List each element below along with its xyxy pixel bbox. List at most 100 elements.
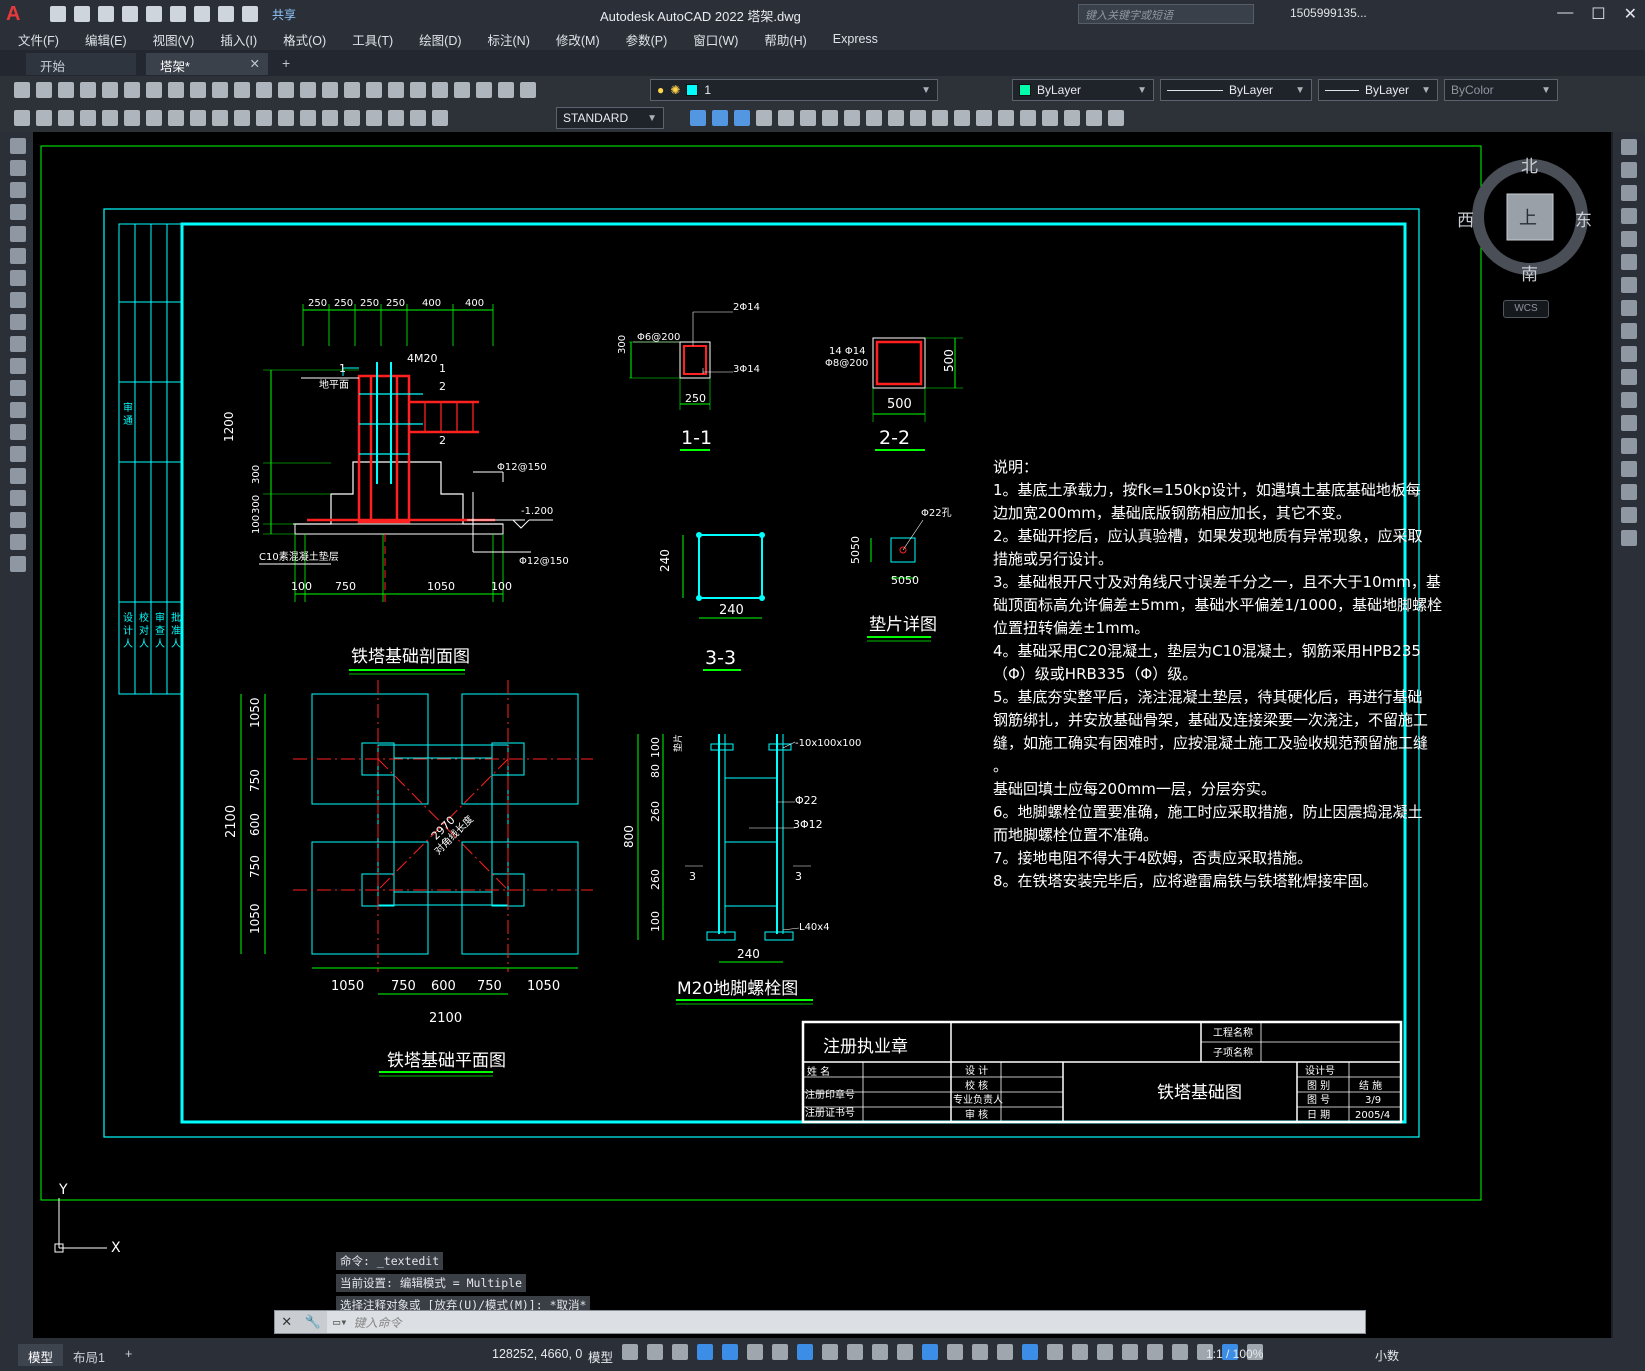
array-icon[interactable]	[1621, 231, 1637, 247]
circle-icon[interactable]	[10, 270, 26, 286]
linetype-dropdown[interactable]: ByLayer ▼	[1160, 79, 1312, 101]
menu-item[interactable]: 窗口(W)	[693, 30, 738, 49]
command-line[interactable]: ✕ 🔧 ▭▾ 键入命令	[274, 1310, 1366, 1334]
redo-icon[interactable]	[256, 82, 272, 98]
polygon-icon[interactable]	[10, 204, 26, 220]
mirror-icon[interactable]	[800, 110, 816, 126]
lock-ui-icon[interactable]	[1147, 1344, 1163, 1360]
quick-properties-icon[interactable]	[1122, 1344, 1138, 1360]
fillet-icon[interactable]	[1621, 484, 1637, 500]
minimize-icon[interactable]: —	[1557, 4, 1573, 24]
calc-icon[interactable]	[476, 82, 492, 98]
erase-icon[interactable]	[1086, 110, 1102, 126]
lineweight-icon[interactable]	[822, 1344, 838, 1360]
open-web-icon[interactable]	[146, 6, 162, 22]
gradient-icon[interactable]	[10, 468, 26, 484]
properties-icon[interactable]	[366, 82, 382, 98]
plot-icon[interactable]	[194, 6, 210, 22]
undo-icon[interactable]	[234, 82, 250, 98]
command-prompt[interactable]: ▭▾ 键入命令	[327, 1314, 401, 1331]
auto-scale-icon[interactable]	[1022, 1344, 1038, 1360]
revision-cloud-icon[interactable]	[10, 292, 26, 308]
compass-south[interactable]: 南	[1521, 260, 1538, 285]
design-center-icon[interactable]	[388, 82, 404, 98]
redo-icon[interactable]	[242, 6, 258, 22]
scale-icon[interactable]	[910, 110, 926, 126]
arc-icon[interactable]	[10, 248, 26, 264]
table-icon[interactable]	[10, 512, 26, 528]
chamfer-icon[interactable]	[1020, 110, 1036, 126]
break-icon[interactable]	[278, 110, 294, 126]
tab-start[interactable]: 开始	[26, 53, 136, 75]
menu-item[interactable]: 插入(I)	[220, 30, 257, 49]
line-icon[interactable]	[10, 138, 26, 154]
tolerance-icon[interactable]	[300, 110, 316, 126]
make-block-icon[interactable]	[10, 402, 26, 418]
region-icon[interactable]	[10, 490, 26, 506]
add-selected-icon[interactable]	[10, 556, 26, 572]
tab-layout1[interactable]: 布局1	[63, 1344, 115, 1366]
units-icon[interactable]	[1097, 1344, 1113, 1360]
selection-cycling-icon[interactable]	[872, 1344, 888, 1360]
break-at-icon[interactable]	[1064, 110, 1080, 126]
tool-palettes-icon[interactable]	[410, 82, 426, 98]
explode-icon[interactable]	[778, 110, 794, 126]
menu-item[interactable]: 编辑(E)	[85, 30, 127, 49]
tab-model[interactable]: 模型	[18, 1343, 64, 1366]
insert-block-icon[interactable]	[10, 380, 26, 396]
text-icon[interactable]	[10, 534, 26, 550]
zoom-realtime-icon[interactable]	[300, 82, 316, 98]
selection-filter-icon[interactable]	[947, 1344, 963, 1360]
rotate-icon[interactable]	[888, 110, 904, 126]
copy-icon[interactable]	[1621, 162, 1637, 178]
sheet-set-icon[interactable]	[432, 82, 448, 98]
block-icon[interactable]	[712, 110, 728, 126]
transparency-icon[interactable]	[847, 1344, 863, 1360]
mirror-icon[interactable]	[1621, 185, 1637, 201]
menu-item[interactable]: 帮助(H)	[764, 30, 806, 49]
annotation-visibility-icon[interactable]	[997, 1344, 1013, 1360]
fillet-icon[interactable]	[998, 110, 1014, 126]
grid-icon[interactable]	[622, 1344, 638, 1360]
ellipse-arc-icon[interactable]	[10, 358, 26, 374]
baseline-icon[interactable]	[212, 110, 228, 126]
ortho-icon[interactable]	[697, 1344, 713, 1360]
wcs-menu[interactable]: WCS	[1503, 300, 1549, 318]
attribute-icon[interactable]	[756, 110, 772, 126]
copy-object-icon[interactable]	[1108, 110, 1124, 126]
save-icon[interactable]	[98, 6, 114, 22]
center-mark-icon[interactable]	[322, 110, 338, 126]
units-dropdown[interactable]: 小数	[1375, 1347, 1399, 1364]
workspace-icon[interactable]	[1047, 1344, 1063, 1360]
erase-icon[interactable]	[1621, 139, 1637, 155]
search-input[interactable]: 键入关键字或短语	[1078, 4, 1254, 24]
new-icon[interactable]	[14, 82, 30, 98]
viewcube[interactable]: 北 南 东 西 上	[1457, 154, 1593, 284]
viewcube-top-face[interactable]: 上	[1519, 204, 1537, 230]
share-button[interactable]: 共享	[272, 6, 296, 23]
break-icon[interactable]	[1621, 415, 1637, 431]
jogged-icon[interactable]	[124, 110, 140, 126]
zoom-previous-icon[interactable]	[344, 82, 360, 98]
menu-item[interactable]: 修改(M)	[556, 30, 600, 49]
dynamic-ucs-icon[interactable]	[922, 1344, 938, 1360]
array-icon[interactable]	[844, 110, 860, 126]
open-icon[interactable]	[74, 6, 90, 22]
annotation-scale[interactable]: 1:1 / 100%	[1206, 1347, 1263, 1361]
annotation-monitor-icon[interactable]	[1072, 1344, 1088, 1360]
3d-osnap-icon[interactable]	[897, 1344, 913, 1360]
menu-item[interactable]: 工具(T)	[352, 30, 393, 49]
point-icon[interactable]	[10, 424, 26, 440]
menu-item[interactable]: 文件(F)	[18, 30, 59, 49]
space-icon[interactable]	[256, 110, 272, 126]
construction-line-icon[interactable]	[10, 160, 26, 176]
save-icon[interactable]	[58, 82, 74, 98]
quick-dim-icon[interactable]	[190, 110, 206, 126]
dim-edit-icon[interactable]	[388, 110, 404, 126]
angular-icon[interactable]	[168, 110, 184, 126]
match-icon[interactable]	[212, 82, 228, 98]
plot-icon[interactable]	[80, 82, 96, 98]
extend-icon[interactable]	[976, 110, 992, 126]
break-point-icon[interactable]	[1621, 392, 1637, 408]
stretch-icon[interactable]	[1621, 323, 1637, 339]
